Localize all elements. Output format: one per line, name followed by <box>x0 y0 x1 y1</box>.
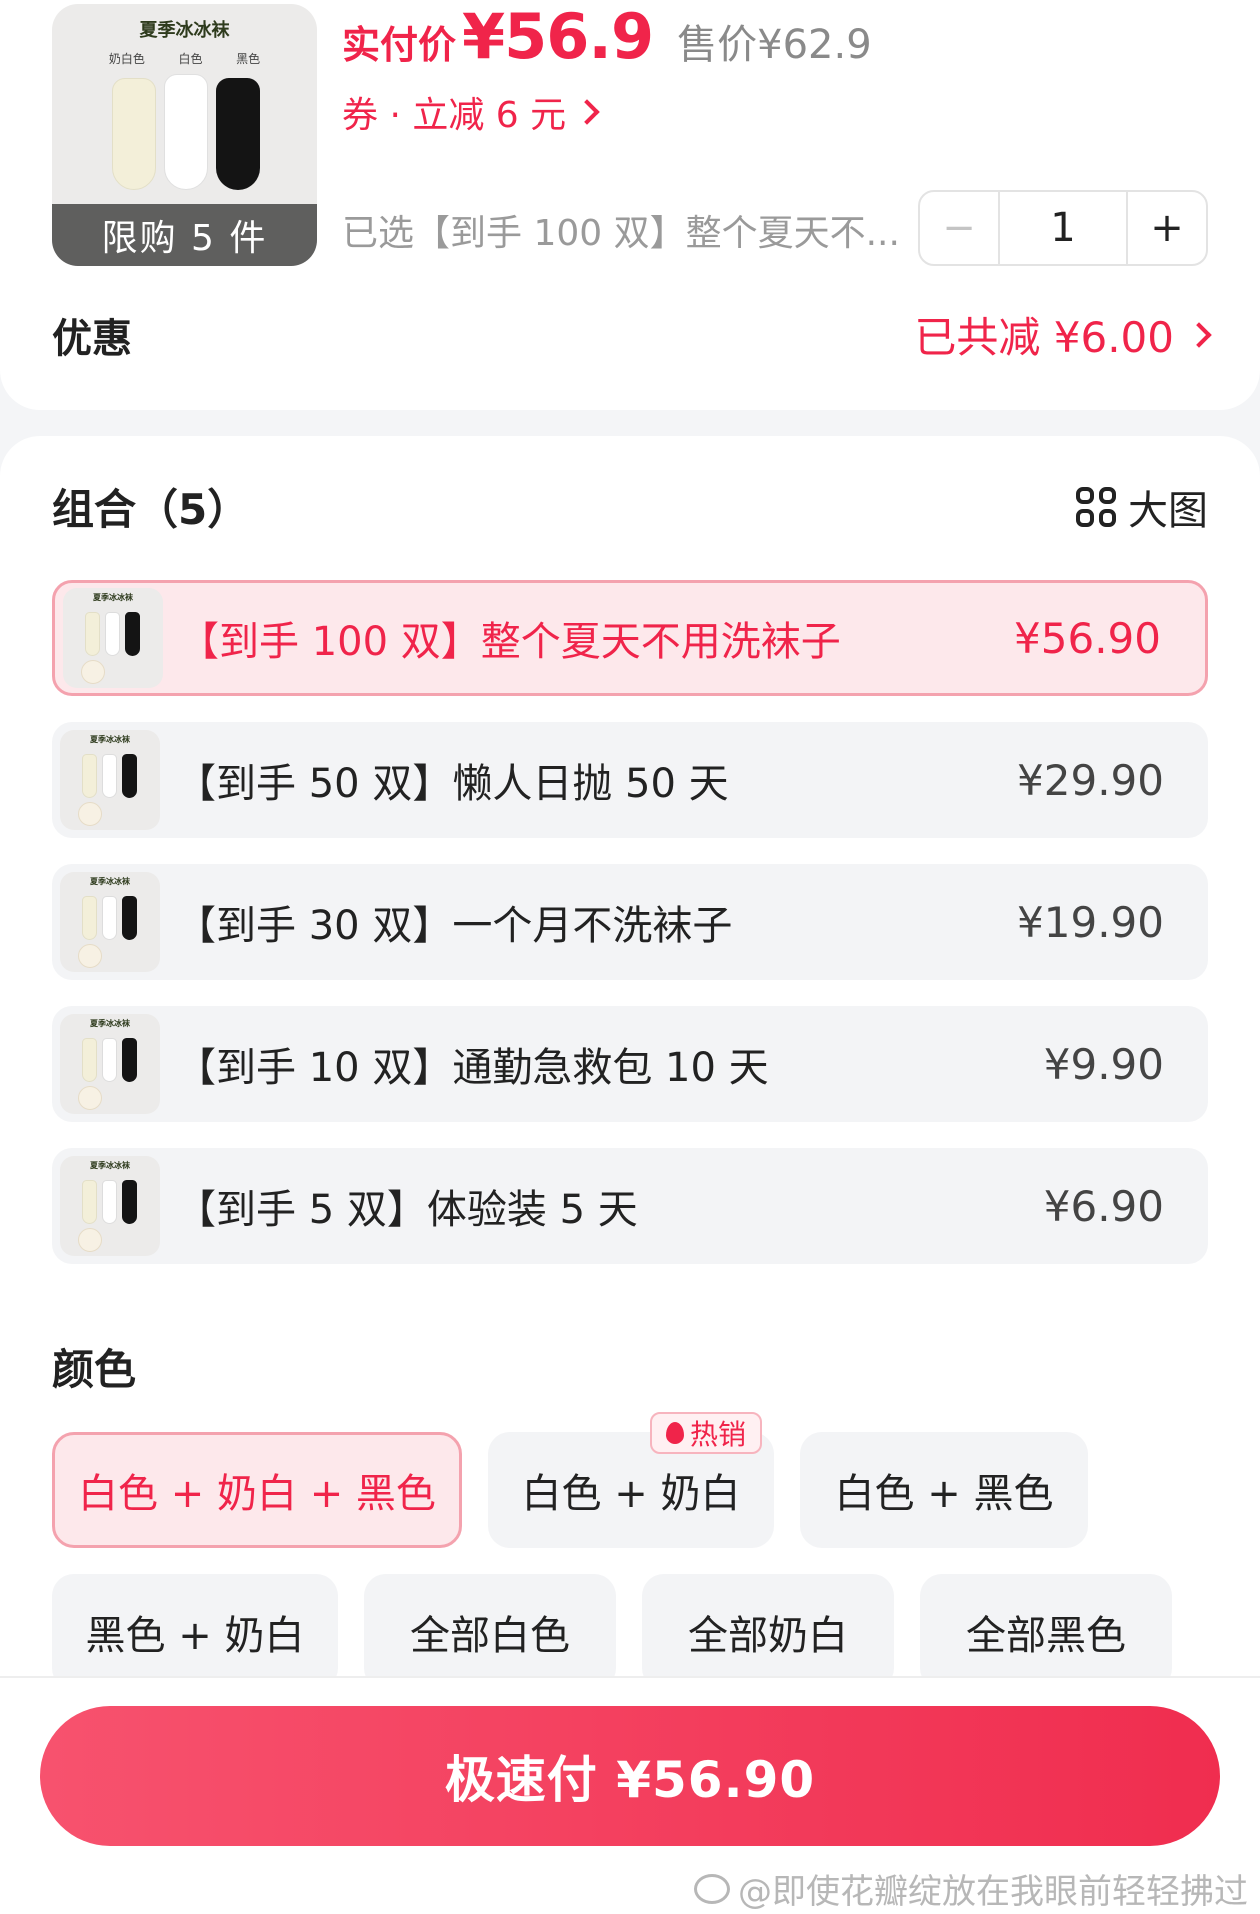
combo-thumbnail-title: 夏季冰冰袜 <box>93 593 133 602</box>
decrease-quantity-button[interactable]: − <box>920 192 1000 264</box>
pay-price-label: 实付价 <box>342 23 457 67</box>
quick-pay-button[interactable]: 极速付 ¥56.90 <box>40 1706 1220 1846</box>
pay-price: ¥56.9 <box>462 0 654 73</box>
combo-thumbnail: 夏季冰冰袜 <box>60 1156 160 1256</box>
color-option[interactable]: 全部奶白 <box>642 1574 894 1690</box>
color-option[interactable]: 白色 + 黑色 <box>800 1432 1088 1548</box>
price-row: 实付价 ¥56.9 售价¥62.9 <box>342 0 872 76</box>
combo-option[interactable]: 夏季冰冰袜 【到手 30 双】一个月不洗袜子 ¥19.90 <box>52 864 1208 980</box>
sock-cream-image <box>112 78 156 190</box>
combo-price: ¥19.90 <box>1017 897 1164 947</box>
combo-option[interactable]: 夏季冰冰袜 【到手 10 双】通勤急救包 10 天 ¥9.90 <box>52 1006 1208 1122</box>
chevron-right-icon <box>1186 321 1212 348</box>
chevron-right-icon <box>574 99 600 125</box>
combo-thumbnail-title: 夏季冰冰袜 <box>90 877 130 886</box>
combo-option[interactable]: 夏季冰冰袜 【到手 100 双】整个夏天不用洗袜子 ¥56.90 <box>52 580 1208 696</box>
color-option[interactable]: 白色 + 奶白 + 黑色 <box>52 1432 462 1548</box>
discount-label: 优惠 <box>52 315 132 362</box>
combo-thumbnail-title: 夏季冰冰袜 <box>90 735 130 744</box>
increase-quantity-button[interactable]: + <box>1126 192 1206 264</box>
hot-sale-label: 热销 <box>690 1418 747 1451</box>
big-view-button[interactable]: 大图 <box>1076 478 1208 536</box>
color-option[interactable]: 黑色 + 奶白 <box>52 1574 338 1690</box>
flame-icon <box>666 1422 684 1444</box>
color-option[interactable]: 全部白色 <box>364 1574 616 1690</box>
combo-price: ¥6.90 <box>1043 1181 1164 1231</box>
watermark: @即使花瓣绽放在我眼前轻轻拂过 <box>694 1864 1248 1913</box>
weibo-icon <box>694 1873 730 1904</box>
discount-value[interactable]: 已共减 ¥6.00 <box>914 304 1212 365</box>
discount-row[interactable]: 优惠 已共减 ¥6.00 <box>52 304 1212 365</box>
sock-black-image <box>216 78 260 190</box>
combo-thumbnail: 夏季冰冰袜 <box>60 1014 160 1114</box>
color-option[interactable]: 全部黑色 <box>920 1574 1172 1690</box>
sock-white-image <box>164 74 208 190</box>
combo-name: 【到手 100 双】整个夏天不用洗袜子 <box>179 619 841 665</box>
thumbnail-labels: 奶白色 白色 黑色 <box>52 50 317 67</box>
combo-price: ¥9.90 <box>1043 1039 1164 1089</box>
original-price: 售价¥62.9 <box>677 22 872 68</box>
combo-option[interactable]: 夏季冰冰袜 【到手 5 双】体验装 5 天 ¥6.90 <box>52 1148 1208 1264</box>
combo-section-title: 组合（5） <box>52 485 250 534</box>
grid-view-icon <box>1076 486 1116 527</box>
thumbnail-label: 奶白色 <box>108 52 145 66</box>
combo-option[interactable]: 夏季冰冰袜 【到手 50 双】懒人日抛 50 天 ¥29.90 <box>52 722 1208 838</box>
combo-price: ¥56.90 <box>1014 613 1161 663</box>
combo-thumbnail: 夏季冰冰袜 <box>63 588 163 688</box>
combo-thumbnail: 夏季冰冰袜 <box>60 872 160 972</box>
coupon-link[interactable]: 券 · 立减 6 元 <box>342 86 600 138</box>
selected-variant-text: 已选【到手 100 双】整个夏天不... <box>342 213 900 254</box>
quantity-stepper[interactable]: − 1 + <box>918 190 1208 266</box>
thumbnail-title: 夏季冰冰袜 <box>139 20 230 41</box>
product-thumbnail[interactable]: 夏季冰冰袜 奶白色 白色 黑色 限购 5 件 <box>52 4 317 266</box>
coupon-text: 券 · 立减 6 元 <box>342 95 567 136</box>
purchase-limit-badge: 限购 5 件 <box>52 204 317 266</box>
combo-name: 【到手 10 双】通勤急救包 10 天 <box>176 1045 769 1091</box>
combo-list: 夏季冰冰袜 【到手 100 双】整个夏天不用洗袜子 ¥56.90 夏季冰冰袜 【… <box>52 580 1208 1290</box>
combo-price: ¥29.90 <box>1017 755 1164 805</box>
combo-name: 【到手 50 双】懒人日抛 50 天 <box>176 761 729 807</box>
combo-name: 【到手 5 双】体验装 5 天 <box>176 1187 638 1233</box>
combo-thumbnail-title: 夏季冰冰袜 <box>90 1019 130 1028</box>
thumbnail-label: 白色 <box>178 52 203 66</box>
watermark-text: @即使花瓣绽放在我眼前轻轻拂过 <box>738 1872 1248 1912</box>
color-section-title: 颜色 <box>52 1345 137 1394</box>
product-summary-card: 夏季冰冰袜 奶白色 白色 黑色 限购 5 件 实付价 ¥56.9 售价¥62.9… <box>0 0 1260 410</box>
combo-name: 【到手 30 双】一个月不洗袜子 <box>176 903 733 949</box>
discount-amount: 已共减 ¥6.00 <box>914 313 1174 362</box>
combo-thumbnail: 夏季冰冰袜 <box>60 730 160 830</box>
big-view-label: 大图 <box>1128 487 1208 534</box>
combo-thumbnail-title: 夏季冰冰袜 <box>90 1161 130 1170</box>
combo-section-header: 组合（5） 大图 <box>52 476 1208 537</box>
thumbnail-label: 黑色 <box>236 52 261 66</box>
hot-sale-badge: 热销 <box>650 1412 763 1454</box>
quantity-value[interactable]: 1 <box>1000 205 1126 251</box>
